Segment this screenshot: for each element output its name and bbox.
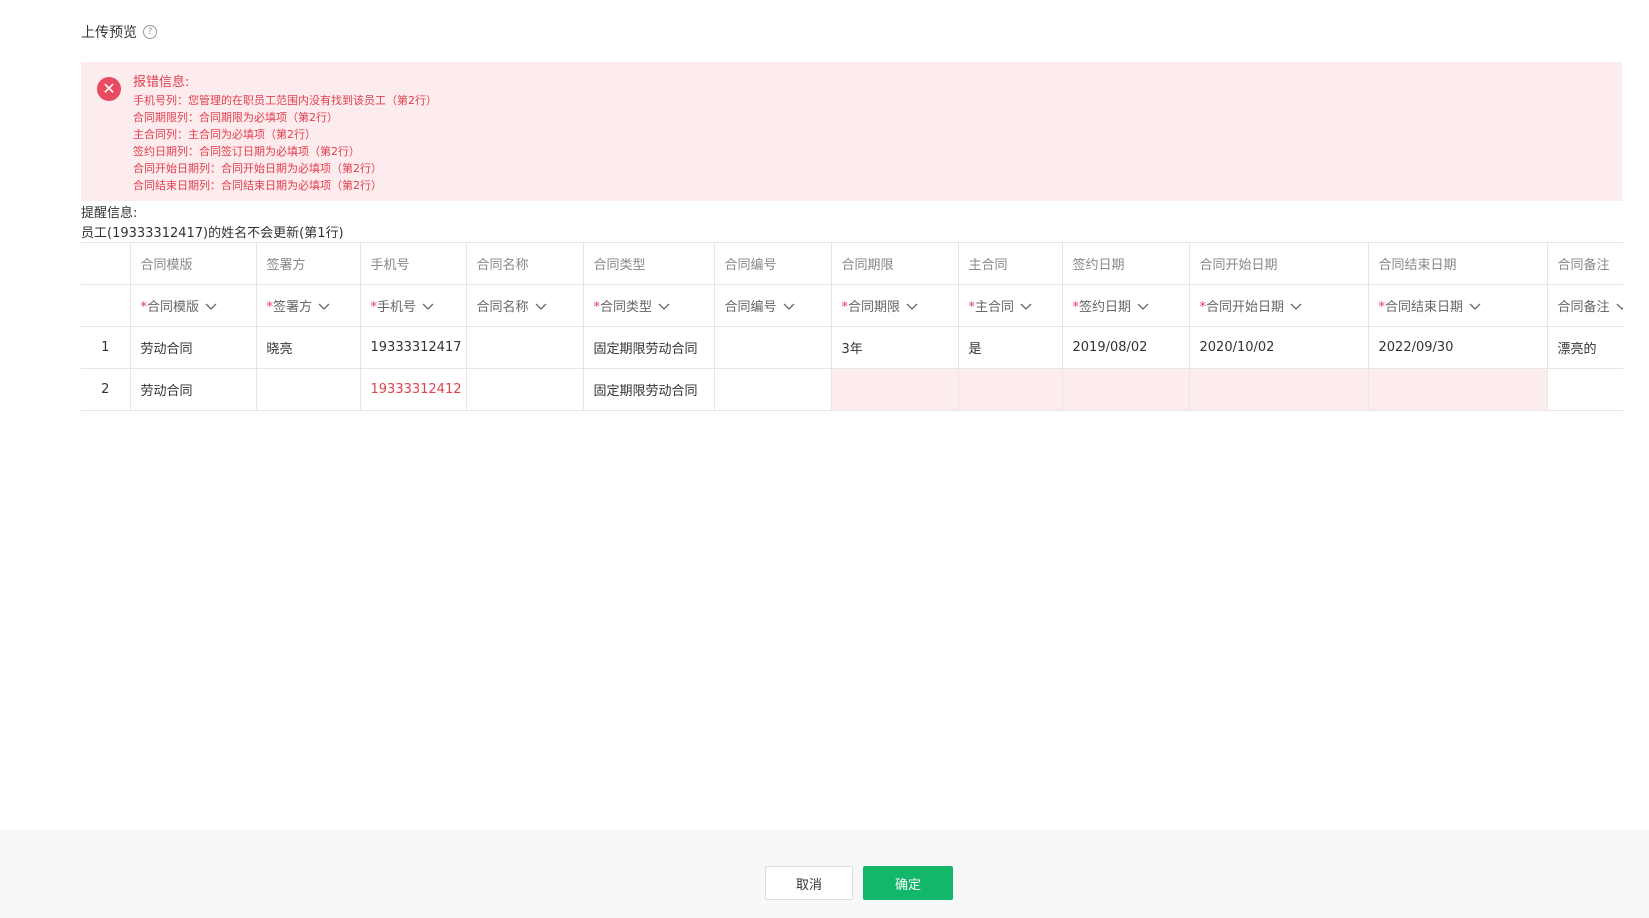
- cancel-button[interactable]: 取消: [765, 866, 853, 900]
- preview-table: 合同模版 签署方 手机号 合同名称 合同类型 合同编号 合同期限 主合同 签约日期 合同开始日期合…: [81, 243, 1623, 411]
- table-cell: [714, 326, 832, 369]
- table-cell: 19333312417: [360, 326, 467, 369]
- field-mapping-select[interactable]: *合同类型: [583, 284, 715, 327]
- table-cell: 2022/09/30: [1368, 326, 1548, 369]
- field-mapping-label: 合同备注: [1557, 300, 1610, 315]
- error-item: 合同期限列：合同期限为必填项（第2行）: [133, 111, 338, 124]
- header-num-cell: [81, 243, 131, 285]
- error-list: 手机号列：您管理的在职员工范围内没有找到该员工（第2行） 合同期限列：合同期限为…: [133, 92, 437, 194]
- field-mapping-label: 合同开始日期: [1206, 300, 1285, 315]
- table-cell: 固定期限劳动合同: [583, 326, 715, 369]
- chevron-down-icon: [1616, 300, 1623, 314]
- table-cell: 2020/10/02: [1189, 326, 1369, 369]
- chevron-down-icon: [906, 300, 918, 314]
- field-mapping-label: 合同类型: [600, 300, 653, 315]
- field-mapping-label: 合同模版: [147, 300, 200, 315]
- chevron-down-icon: [1290, 300, 1302, 314]
- table-cell: 19333312412: [360, 368, 467, 411]
- column-header: 手机号: [360, 243, 467, 285]
- table-cell: [714, 368, 832, 411]
- table-cell: 劳动合同: [130, 368, 257, 411]
- chevron-down-icon: [658, 300, 670, 314]
- chevron-down-icon: [318, 300, 330, 314]
- column-header: 合同类型: [583, 243, 715, 285]
- table-cell: 是: [958, 326, 1063, 369]
- field-mapping-label: 主合同: [975, 300, 1015, 315]
- chevron-down-icon: [1469, 300, 1481, 314]
- field-mapping-label: 签约日期: [1079, 300, 1132, 315]
- field-mapping-select[interactable]: *签署方: [256, 284, 361, 327]
- table-cell: 2019/08/02: [1062, 326, 1190, 369]
- chevron-down-icon: [1020, 300, 1032, 314]
- field-mapping-select[interactable]: *合同模版: [130, 284, 257, 327]
- table-cell: 晓亮: [256, 326, 361, 369]
- chevron-down-icon: [205, 300, 217, 314]
- error-item: 手机号列：您管理的在职员工范围内没有找到该员工（第2行）: [133, 94, 437, 107]
- field-mapping-label: 合同期限: [848, 300, 901, 315]
- field-mapping-label: 合同编号: [724, 300, 777, 315]
- error-alert: ✕ 报错信息: 手机号列：您管理的在职员工范围内没有找到该员工（第2行） 合同期…: [81, 62, 1622, 201]
- page-title: 上传预览: [81, 25, 137, 41]
- table-cell: 劳动合同: [130, 326, 257, 369]
- tip-title: 提醒信息:: [81, 206, 138, 221]
- error-item: 合同开始日期列：合同开始日期为必填项（第2行）: [133, 162, 382, 175]
- table-cell: [831, 368, 959, 411]
- chevron-down-icon: [422, 300, 434, 314]
- mapping-num-cell: [81, 284, 131, 327]
- table-row: 1 劳动合同 晓亮 19333312417 固定期限劳动合同 3年是 2019/08/02 2…: [81, 326, 1623, 369]
- field-mapping-select[interactable]: *合同期限: [831, 284, 959, 327]
- field-mapping-label: 合同名称: [476, 300, 529, 315]
- table-cell: [466, 368, 584, 411]
- error-title: 报错信息:: [133, 75, 190, 90]
- field-mapping-select[interactable]: *合同结束日期: [1368, 284, 1548, 327]
- column-header: 合同名称: [466, 243, 584, 285]
- field-mapping-select[interactable]: 合同备注: [1547, 284, 1623, 327]
- column-header: 合同编号: [714, 243, 832, 285]
- column-header: 主合同: [958, 243, 1063, 285]
- table-cell: [1547, 368, 1623, 411]
- question-circle-icon[interactable]: ?: [143, 25, 157, 39]
- close-circle-icon: ✕: [97, 77, 121, 101]
- table-cell: [958, 368, 1063, 411]
- field-mapping-label: 合同结束日期: [1385, 300, 1464, 315]
- chevron-down-icon: [1137, 300, 1149, 314]
- error-item: 合同结束日期列：合同结束日期为必填项（第2行）: [133, 179, 382, 192]
- table-cell: 固定期限劳动合同: [583, 368, 715, 411]
- column-header: 合同模版: [130, 243, 257, 285]
- table-cell: [1368, 368, 1548, 411]
- chevron-down-icon: [535, 300, 547, 314]
- preview-table-container[interactable]: 合同模版 签署方 手机号 合同名称 合同类型 合同编号 合同期限 主合同 签约日期 合同开始日期合…: [81, 242, 1623, 412]
- error-item: 签约日期列：合同签订日期为必填项（第2行）: [133, 145, 360, 158]
- field-mapping-select[interactable]: *合同开始日期: [1189, 284, 1369, 327]
- row-number: 2: [81, 368, 131, 411]
- field-mapping-select[interactable]: 合同名称: [466, 284, 584, 327]
- field-mapping-label: 手机号: [377, 300, 417, 315]
- field-mapping-select[interactable]: 合同编号: [714, 284, 832, 327]
- header-row: 合同模版 签署方 手机号 合同名称 合同类型 合同编号 合同期限 主合同 签约日期 合同开始日期合…: [81, 243, 1623, 285]
- field-mapping-select[interactable]: *签约日期: [1062, 284, 1190, 327]
- field-mapping-select[interactable]: *主合同: [958, 284, 1063, 327]
- table-row: 2 劳动合同 19333312412 固定期限劳动合同: [81, 368, 1623, 411]
- confirm-button[interactable]: 确定: [863, 866, 953, 900]
- field-mapping-select[interactable]: *手机号: [360, 284, 467, 327]
- page-title-row: 上传预览 ?: [81, 22, 157, 42]
- table-cell: [1062, 368, 1190, 411]
- column-header: 合同备注: [1547, 243, 1623, 285]
- field-mapping-label: 签署方: [273, 300, 313, 315]
- column-header: 签署方: [256, 243, 361, 285]
- column-header: 合同开始日期: [1189, 243, 1369, 285]
- mapping-row: *合同模版 *签署方 *手机号 合同名称 *合同类型 合同编号 *合同期限 *主合同 *签约日期…: [81, 284, 1623, 327]
- error-item: 主合同列：主合同为必填项（第2行）: [133, 128, 316, 141]
- table-cell: 3年: [831, 326, 959, 369]
- table-cell: [466, 326, 584, 369]
- table-cell: [256, 368, 361, 411]
- table-cell: [1189, 368, 1369, 411]
- tip-text: 员工(19333312417)的姓名不会更新(第1行): [81, 226, 344, 241]
- chevron-down-icon: [783, 300, 795, 314]
- column-header: 合同结束日期: [1368, 243, 1548, 285]
- column-header: 合同期限: [831, 243, 959, 285]
- row-number: 1: [81, 326, 131, 369]
- table-cell: 漂亮的: [1547, 326, 1623, 369]
- column-header: 签约日期: [1062, 243, 1190, 285]
